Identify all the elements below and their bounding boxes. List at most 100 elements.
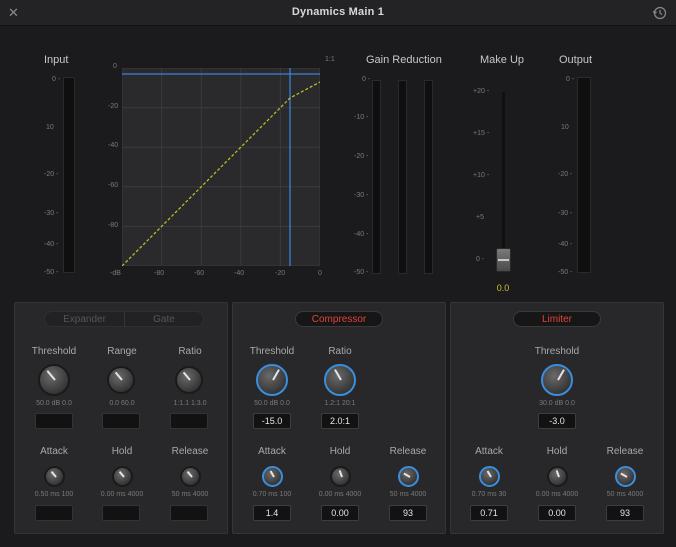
- expander-release-value[interactable]: [170, 505, 208, 521]
- graph-y-tick: -60: [108, 182, 119, 189]
- expander-range-value[interactable]: [102, 413, 140, 429]
- output-meter: [577, 77, 591, 273]
- graph-y-tick: -80: [108, 222, 119, 229]
- input-tick: -30 -: [44, 210, 59, 217]
- gr-tick: -10 -: [354, 114, 369, 121]
- input-tick: 0 -: [52, 76, 61, 83]
- compressor-release-value[interactable]: 93: [389, 505, 427, 521]
- expander-ratio-range: 1:1.1 1:3.0: [173, 400, 207, 407]
- expander-range-knob[interactable]: [107, 366, 135, 394]
- compressor-release-knob[interactable]: [398, 466, 419, 487]
- makeup-fader-handle[interactable]: [496, 248, 511, 272]
- gr-tick: -50 -: [354, 269, 369, 276]
- expander-threshold-knob[interactable]: [38, 364, 70, 396]
- makeup-fader-track[interactable]: [502, 92, 505, 272]
- gr-tick: -20 -: [354, 153, 369, 160]
- output-tick: -50 -: [558, 269, 573, 276]
- compressor-attack-label: Attack: [258, 446, 286, 457]
- makeup-value: 0.0: [496, 283, 510, 293]
- input-label: Input: [44, 54, 69, 66]
- limiter-threshold-knob[interactable]: [541, 364, 573, 396]
- compressor-release-range: 50 ms 4000: [389, 491, 427, 498]
- output-tick: -40 -: [558, 241, 573, 248]
- expander-ratio-value[interactable]: [170, 413, 208, 429]
- makeup-tick: +5: [476, 214, 484, 221]
- makeup-tick: +15 -: [473, 130, 490, 137]
- compressor-toggle[interactable]: Compressor: [295, 311, 383, 327]
- makeup-label: Make Up: [480, 54, 525, 66]
- expander-attack-value[interactable]: [35, 505, 73, 521]
- input-tick: -40 -: [44, 241, 59, 248]
- graph-x-tick: -20: [275, 270, 286, 277]
- gain-reduction-meter-limiter: [424, 80, 433, 274]
- expander-hold-knob[interactable]: [112, 466, 133, 487]
- gr-tick: 0 -: [362, 76, 371, 83]
- graph-x-tick: 0: [318, 270, 322, 277]
- compressor-hold-knob[interactable]: [330, 466, 351, 487]
- gain-reduction-meter-expander: [372, 80, 381, 274]
- limiter-threshold-value[interactable]: -3.0: [538, 413, 576, 429]
- expander-attack-label: Attack: [40, 446, 68, 457]
- compressor-ratio-value[interactable]: 2.0:1: [321, 413, 359, 429]
- expander-ratio-knob[interactable]: [175, 366, 203, 394]
- limiter-attack-knob[interactable]: [479, 466, 500, 487]
- expander-ratio-label: Ratio: [178, 346, 202, 357]
- graph-x-tick: -40: [234, 270, 245, 277]
- output-tick: 10: [561, 124, 569, 131]
- input-tick: -50 -: [44, 269, 59, 276]
- limiter-release-knob[interactable]: [615, 466, 636, 487]
- expander-release-range: 50 ms 4000: [171, 491, 209, 498]
- transfer-curve-graph[interactable]: [122, 68, 320, 266]
- expander-toggle-label[interactable]: Expander: [45, 312, 124, 327]
- graph-x-tick: -dB: [110, 270, 121, 277]
- gr-tick: -40 -: [354, 231, 369, 238]
- makeup-tick: +10 -: [473, 172, 490, 179]
- graph-y-tick: -40: [108, 142, 119, 149]
- compressor-threshold-value[interactable]: -15.0: [253, 413, 291, 429]
- title-bar: ✕ Dynamics Main 1: [0, 0, 676, 26]
- compressor-threshold-label: Threshold: [249, 346, 295, 357]
- limiter-hold-value[interactable]: 0.00: [538, 505, 576, 521]
- graph-ratio-label: 1:1: [325, 56, 335, 63]
- expander-gate-toggle[interactable]: Expander Gate: [44, 311, 204, 327]
- compressor-ratio-label: Ratio: [328, 346, 352, 357]
- graph-y-tick: 0: [113, 63, 117, 70]
- compressor-threshold-knob[interactable]: [256, 364, 288, 396]
- reset-icon[interactable]: [652, 5, 668, 21]
- compressor-attack-knob[interactable]: [262, 466, 283, 487]
- output-tick: -20 -: [558, 171, 573, 178]
- compressor-hold-value[interactable]: 0.00: [321, 505, 359, 521]
- window-title: Dynamics Main 1: [291, 6, 385, 18]
- makeup-tick: 0 -: [476, 256, 485, 263]
- limiter-attack-value[interactable]: 0.71: [470, 505, 508, 521]
- graph-x-tick: -80: [154, 270, 165, 277]
- gr-tick: -30 -: [354, 192, 369, 199]
- input-tick: 10: [46, 124, 54, 131]
- expander-release-label: Release: [171, 446, 209, 457]
- expander-threshold-value[interactable]: [35, 413, 73, 429]
- limiter-release-value[interactable]: 93: [606, 505, 644, 521]
- input-tick: -20 -: [44, 171, 59, 178]
- compressor-ratio-range: 1.2:1 20:1: [324, 400, 356, 407]
- output-tick: 0 -: [566, 76, 575, 83]
- expander-release-knob[interactable]: [180, 466, 201, 487]
- compressor-attack-value[interactable]: 1.4: [253, 505, 291, 521]
- compressor-ratio-knob[interactable]: [324, 364, 356, 396]
- makeup-tick: +20 -: [473, 88, 490, 95]
- expander-range-label: Range: [107, 346, 137, 357]
- limiter-release-range: 50 ms 4000: [606, 491, 644, 498]
- limiter-hold-label: Hold: [546, 446, 568, 457]
- limiter-hold-knob[interactable]: [547, 466, 568, 487]
- limiter-toggle[interactable]: Limiter: [513, 311, 601, 327]
- graph-x-tick: -60: [194, 270, 205, 277]
- limiter-attack-label: Attack: [475, 446, 503, 457]
- expander-hold-label: Hold: [111, 446, 133, 457]
- gate-toggle-label[interactable]: Gate: [124, 312, 203, 327]
- output-label: Output: [559, 54, 593, 66]
- limiter-release-label: Release: [606, 446, 644, 457]
- gain-reduction-label: Gain Reduction: [366, 54, 442, 66]
- limiter-threshold-range: 30.0 dB 0.0: [539, 400, 575, 407]
- expander-attack-knob[interactable]: [44, 466, 65, 487]
- output-tick: -30 -: [558, 210, 573, 217]
- expander-hold-value[interactable]: [102, 505, 140, 521]
